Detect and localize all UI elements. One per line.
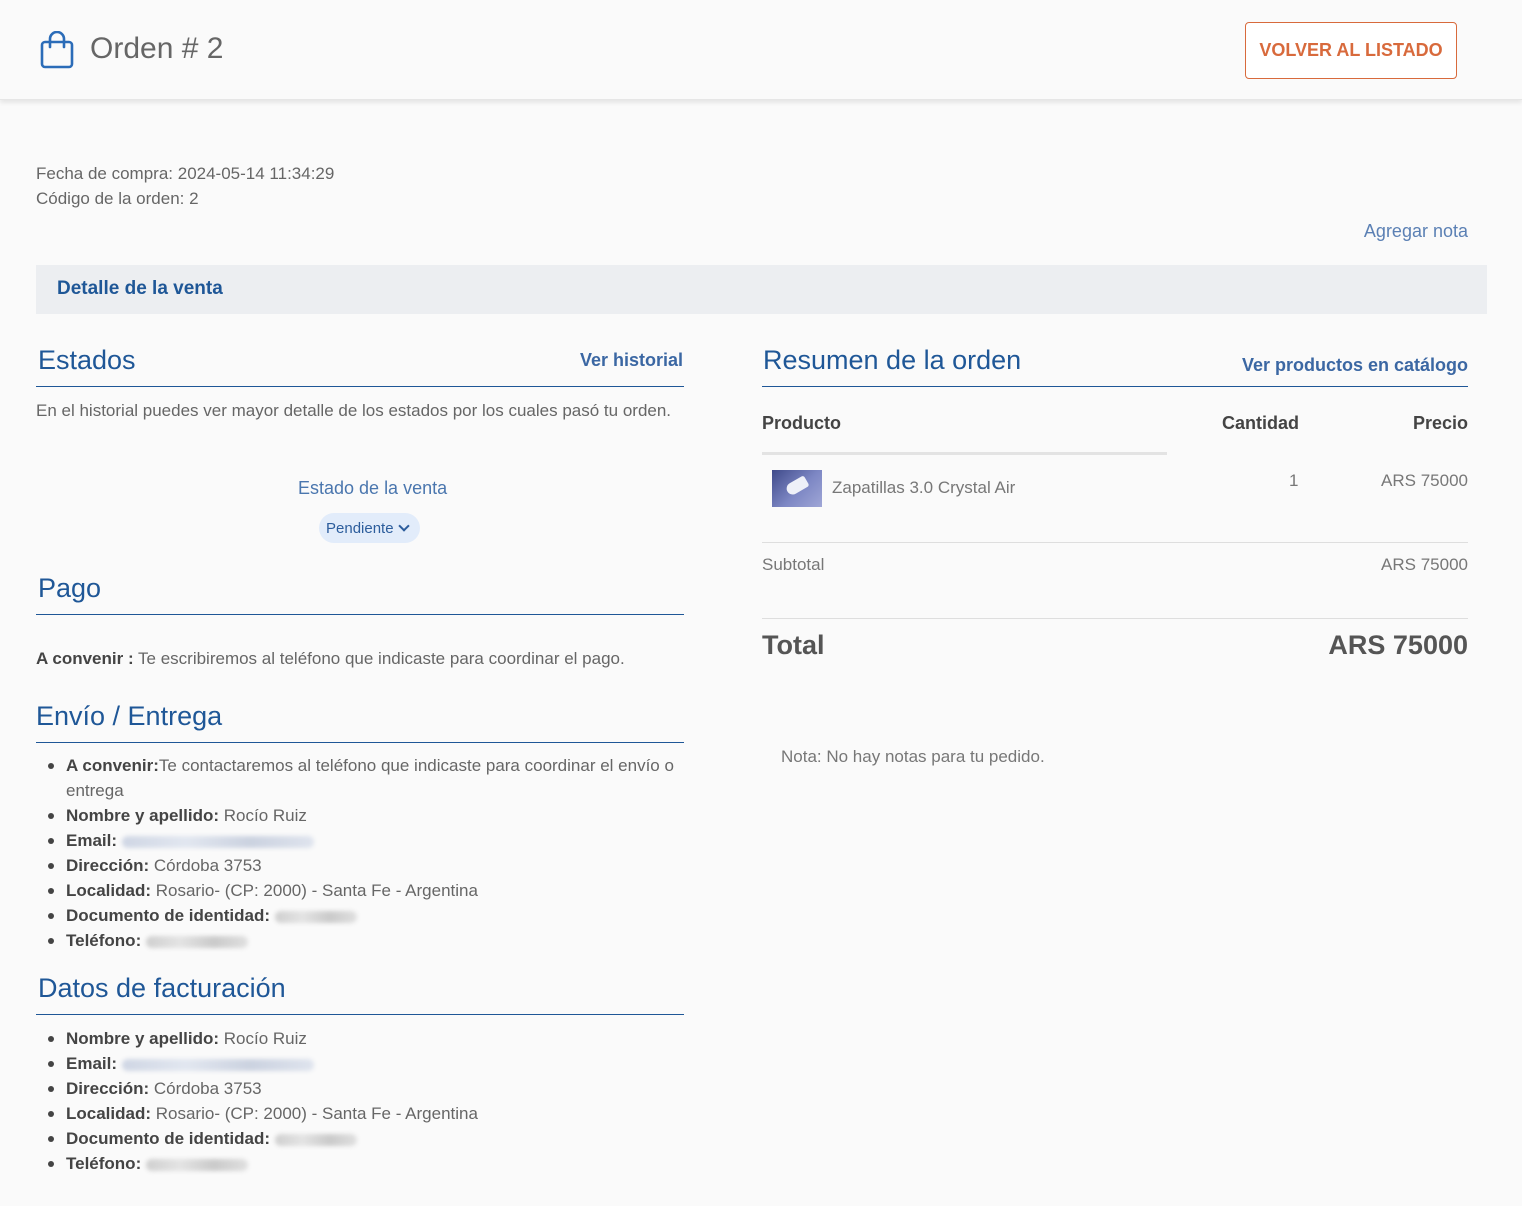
status-label: Estado de la venta <box>298 478 448 498</box>
purchase-date: Fecha de compra: 2024-05-14 11:34:29 <box>36 164 335 183</box>
locality-value: Rosario- (CP: 2000) - Santa Fe - Argenti… <box>151 1104 478 1123</box>
estados-description: En el historial puedes ver mayor detalle… <box>36 401 672 420</box>
document-redacted <box>274 1133 357 1146</box>
column-header-price: Precio <box>1412 413 1468 433</box>
locality-label: Localidad: <box>66 881 152 900</box>
envio-divider <box>36 742 684 743</box>
list-item: Dirección: Córdoba 3753 <box>36 1076 676 1101</box>
name-label: Nombre y apellido: <box>66 806 220 825</box>
list-item: Email: <box>36 828 676 853</box>
name-label: Nombre y apellido: <box>66 1029 220 1048</box>
billing-title: Datos de facturación <box>38 973 286 1003</box>
product-quantity: 1 <box>1289 471 1299 490</box>
product-thumbnail[interactable] <box>772 470 822 507</box>
list-item: Nombre y apellido: Rocío Ruiz <box>36 1026 676 1051</box>
payment-method-label: A convenir : <box>36 649 134 668</box>
list-item: Dirección: Córdoba 3753 <box>36 853 676 878</box>
summary-divider <box>762 386 1468 387</box>
document-redacted <box>274 910 357 923</box>
locality-label: Localidad: <box>66 1104 152 1123</box>
chevron-down-icon <box>397 520 410 532</box>
shopping-bag-icon <box>40 31 74 69</box>
list-item: Localidad: Rosario- (CP: 2000) - Santa F… <box>36 1101 676 1126</box>
subtotal-label: Subtotal <box>762 555 825 574</box>
name-value: Rocío Ruiz <box>219 1029 307 1048</box>
estados-title: Estados <box>38 345 136 375</box>
page-title: Orden # 2 <box>90 32 224 65</box>
total-label: Total <box>762 630 825 660</box>
list-item: Teléfono: <box>36 928 676 953</box>
pago-title: Pago <box>38 573 102 603</box>
email-redacted <box>121 1058 314 1071</box>
name-value: Rocío Ruiz <box>219 806 307 825</box>
row-divider <box>762 542 1468 543</box>
view-history-link[interactable]: Ver historial <box>580 350 683 371</box>
phone-redacted <box>145 1158 248 1171</box>
document-label: Documento de identidad: <box>66 906 270 925</box>
sale-detail-band: Detalle de la venta <box>36 265 1487 314</box>
status-dropdown[interactable]: Pendiente <box>319 513 420 543</box>
list-item: Nombre y apellido: Rocío Ruiz <box>36 803 676 828</box>
email-label: Email: <box>66 1054 118 1073</box>
address-label: Dirección: <box>66 1079 150 1098</box>
list-item: Teléfono: <box>36 1151 676 1176</box>
address-label: Dirección: <box>66 856 150 875</box>
envio-title: Envío / Entrega <box>36 701 223 731</box>
list-item: Documento de identidad: <box>36 903 676 928</box>
payment-method: A convenir : Te escribiremos al teléfono… <box>36 646 696 671</box>
estados-divider <box>36 386 684 387</box>
order-code: Código de la orden: 2 <box>36 189 199 208</box>
locality-value: Rosario- (CP: 2000) - Santa Fe - Argenti… <box>151 881 478 900</box>
column-header-product: Producto <box>762 413 841 433</box>
billing-divider <box>36 1014 684 1015</box>
status-value: Pendiente <box>326 519 394 537</box>
total-value: ARS 75000 <box>1328 630 1468 660</box>
page-header: Orden # 2 VOLVER AL LISTADO <box>0 0 1522 100</box>
document-label: Documento de identidad: <box>66 1129 270 1148</box>
pago-divider <box>36 614 684 615</box>
subtotal-value: ARS 75000 <box>1381 555 1468 574</box>
email-label: Email: <box>66 831 118 850</box>
product-name[interactable]: Zapatillas 3.0 Crystal Air <box>832 478 1015 498</box>
delivery-label: A convenir: <box>66 756 159 775</box>
order-note: Nota: No hay notas para tu pedido. <box>781 747 1045 766</box>
billing-info-list: Nombre y apellido: Rocío Ruiz Email: Dir… <box>36 1026 676 1176</box>
phone-label: Teléfono: <box>66 931 142 950</box>
phone-label: Teléfono: <box>66 1154 142 1173</box>
back-to-list-button[interactable]: VOLVER AL LISTADO <box>1245 22 1457 79</box>
column-header-quantity: Cantidad <box>1222 413 1300 433</box>
list-item: Documento de identidad: <box>36 1126 676 1151</box>
shipping-info-list: A convenir:Te contactaremos al teléfono … <box>36 753 676 953</box>
sale-detail-title: Detalle de la venta <box>57 278 223 299</box>
list-item: Localidad: Rosario- (CP: 2000) - Santa F… <box>36 878 676 903</box>
address-value: Córdoba 3753 <box>149 856 262 875</box>
order-meta: Fecha de compra: 2024-05-14 11:34:29 Cód… <box>36 161 334 211</box>
email-redacted <box>121 835 314 848</box>
list-item: Email: <box>36 1051 676 1076</box>
payment-method-text: Te escribiremos al teléfono que indicast… <box>133 649 625 668</box>
table-header-divider <box>762 452 1167 455</box>
address-value: Córdoba 3753 <box>149 1079 262 1098</box>
catalog-link[interactable]: Ver productos en catálogo <box>1242 355 1468 376</box>
subtotal-divider <box>762 618 1468 619</box>
product-price: ARS 75000 <box>1381 471 1468 490</box>
list-item: A convenir:Te contactaremos al teléfono … <box>36 753 676 803</box>
add-note-link[interactable]: Agregar nota <box>1364 221 1468 242</box>
phone-redacted <box>145 935 248 948</box>
order-summary-title: Resumen de la orden <box>763 345 1022 375</box>
